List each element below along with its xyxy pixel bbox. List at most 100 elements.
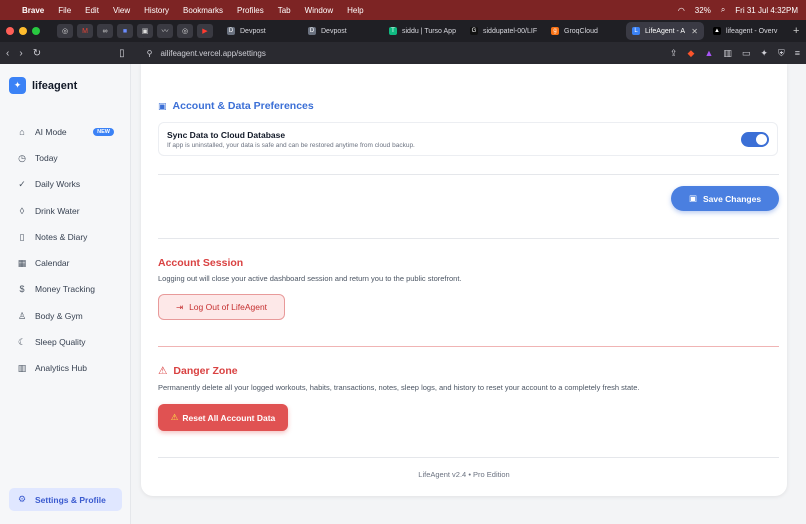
sidebar-item-drink-water[interactable]: ◊ Drink Water [9, 200, 122, 222]
prefs-section-title: ▣ Account & Data Preferences [158, 100, 314, 112]
sidebar-item-daily-works[interactable]: ✓ Daily Works [9, 173, 122, 195]
forward-icon[interactable]: › [19, 48, 22, 59]
menu-window[interactable]: Window [305, 6, 333, 15]
pinned-tab-youtube[interactable]: ▶ [197, 24, 213, 38]
tab-label: siddu | Turso App [402, 27, 456, 35]
browser-toolbar: ‹ › ↻ ▯ ⚲ ailifeagent.vercel.app/setting… [0, 42, 806, 64]
close-window-button[interactable] [6, 27, 14, 35]
vpn-icon[interactable]: ⛨ [778, 48, 785, 59]
menu-tab[interactable]: Tab [278, 6, 291, 15]
divider [158, 174, 779, 175]
sync-toggle[interactable] [741, 132, 769, 147]
tab-label: LifeAgent - A [645, 27, 686, 35]
sidebar-item-today[interactable]: ◷ Today [9, 147, 122, 169]
tab-label: Devpost [240, 27, 266, 35]
pinned-tab[interactable]: ◎ [177, 24, 193, 38]
book-icon: ▯ [19, 231, 25, 242]
divider [158, 238, 779, 239]
logo-icon: ✦ [9, 77, 26, 94]
menu-help[interactable]: Help [347, 6, 363, 15]
pinned-tab[interactable]: ∞ [97, 24, 113, 38]
dollar-icon: $ [19, 284, 25, 294]
sync-description: If app is uninstalled, your data is safe… [167, 142, 415, 149]
sidebar-item-label: Notes & Diary [35, 232, 88, 242]
menu-history[interactable]: History [144, 6, 169, 15]
browser-tab[interactable]: Tsiddu | Turso App [383, 22, 461, 40]
app-sidebar: ✦ lifeagent ⌂ AI Mode NEW ◷ Today ✓ Daily Wo… [0, 64, 131, 524]
pinned-tab[interactable]: 〰 [157, 24, 173, 38]
sidebar-item-label: Analytics Hub [35, 363, 87, 373]
reset-data-button[interactable]: ⚠ Reset All Account Data [158, 404, 288, 431]
browser-tab-bar: ◎ M ∞ ■ ▣ 〰 ◎ ▶ D Devpost D Devpost Tsiddu… [0, 20, 806, 42]
url-text[interactable]: ailifeagent.vercel.app/settings [160, 49, 265, 58]
close-tab-icon[interactable]: ✕ [691, 27, 698, 36]
browser-tab[interactable]: g GroqCloud [545, 22, 623, 40]
session-section-title: Account Session [158, 257, 244, 269]
sidebar-item-body-gym[interactable]: ♙ Body & Gym [9, 305, 122, 327]
browser-tab-active[interactable]: L LifeAgent - A ✕ [626, 22, 704, 40]
leo-icon[interactable]: ✦ [760, 48, 768, 59]
divider [158, 457, 779, 458]
turso-icon: T [389, 27, 397, 35]
danger-divider [158, 346, 779, 347]
droplet-icon: ◊ [19, 206, 25, 216]
lifeagent-icon: L [632, 27, 640, 35]
sidebar-item-settings[interactable]: ⚙ Settings & Profile [9, 488, 122, 511]
menu-profiles[interactable]: Profiles [237, 6, 264, 15]
sidebar-item-analytics-hub[interactable]: ▥ Analytics Hub [9, 357, 122, 379]
browser-tab[interactable]: D Devpost [302, 22, 380, 40]
clock-text[interactable]: Fri 31 Jul 4:32PM [735, 6, 798, 15]
menu-file[interactable]: File [58, 6, 71, 15]
logout-button[interactable]: ⇥ Log Out of LifeAgent [158, 294, 285, 320]
gear-icon: ⚙ [17, 494, 27, 504]
browser-tab[interactable]: Gsiddupatel-00/LIF [464, 22, 542, 40]
warning-icon: ⚠ [158, 365, 168, 377]
site-settings-icon[interactable]: ⚲ [147, 49, 153, 58]
sidebar-item-ai-mode[interactable]: ⌂ AI Mode NEW [9, 121, 122, 143]
pinned-tab[interactable]: ◎ [57, 24, 73, 38]
back-icon[interactable]: ‹ [6, 48, 9, 59]
pinned-tab-gmail[interactable]: M [77, 24, 93, 38]
menu-icon[interactable]: ≡ [795, 48, 800, 58]
address-bar[interactable]: ⚲ ailifeagent.vercel.app/settings [140, 45, 661, 61]
wifi-icon[interactable]: ◠ [678, 6, 685, 15]
brave-shields-icon[interactable]: ◆ [688, 48, 695, 59]
tab-label: GroqCloud [564, 27, 598, 35]
sidebar-item-label: Sleep Quality [35, 337, 86, 347]
browser-tab[interactable]: ▲ lifeagent - Overv [707, 22, 785, 40]
wallet-icon[interactable]: ▭ [742, 48, 751, 59]
sidebar-item-label: Calendar [35, 258, 70, 268]
menu-view[interactable]: View [113, 6, 130, 15]
minimize-window-button[interactable] [19, 27, 27, 35]
chart-icon: ▥ [17, 362, 27, 373]
battery-percent[interactable]: 32% [695, 6, 711, 15]
menu-edit[interactable]: Edit [85, 6, 99, 15]
tab-label: Devpost [321, 27, 347, 35]
brave-rewards-icon[interactable]: ▲ [704, 48, 713, 58]
browser-tab[interactable]: D Devpost [221, 22, 299, 40]
app-logo[interactable]: ✦ lifeagent [9, 77, 77, 94]
pinned-tab[interactable]: ▣ [137, 24, 153, 38]
sidebar-item-notes-diary[interactable]: ▯ Notes & Diary [9, 226, 122, 248]
share-icon[interactable]: ⇪ [670, 48, 678, 59]
sidebar-item-calendar[interactable]: ▦ Calendar [9, 252, 122, 274]
save-icon: ▣ [688, 193, 697, 203]
menu-bookmarks[interactable]: Bookmarks [183, 6, 223, 15]
sidebar-item-money-tracking[interactable]: $ Money Tracking [9, 278, 122, 300]
menu-app-name[interactable]: Brave [22, 6, 44, 15]
save-button-label: Save Changes [702, 193, 762, 204]
devpost-icon: D [227, 27, 235, 35]
reload-icon[interactable]: ↻ [33, 48, 41, 59]
sidebar-item-label: Body & Gym [35, 311, 83, 321]
search-icon[interactable]: ⌕ [721, 5, 725, 15]
prefs-title-text: Account & Data Preferences [172, 100, 314, 112]
tab-label: lifeagent - Overv [726, 27, 778, 35]
pinned-tab[interactable]: ■ [117, 24, 133, 38]
sidebar-item-sleep-quality[interactable]: ☾ Sleep Quality [9, 331, 122, 353]
bookmark-icon[interactable]: ▯ [119, 48, 125, 59]
maximize-window-button[interactable] [32, 27, 40, 35]
sidebar-item-label: Money Tracking [35, 284, 95, 294]
sidebar-toggle-icon[interactable]: ▥ [723, 48, 732, 59]
save-changes-button[interactable]: ▣ Save Changes [671, 186, 779, 211]
new-tab-button[interactable]: + [793, 25, 799, 37]
